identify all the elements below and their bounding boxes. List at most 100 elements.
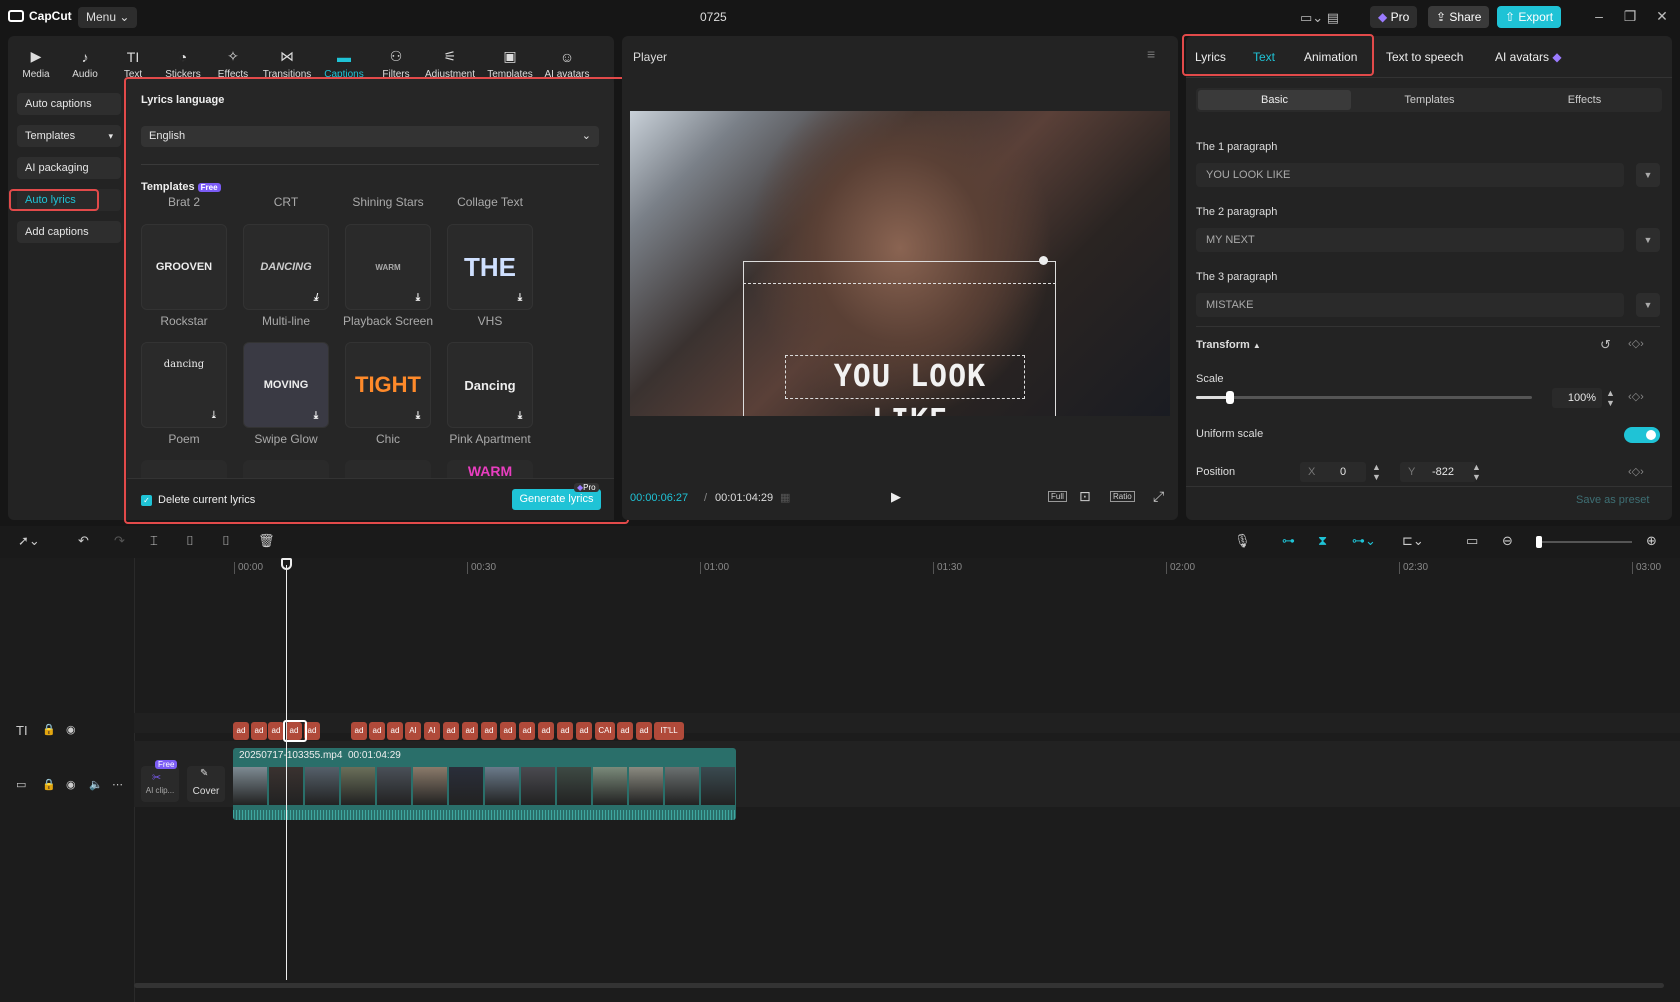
fullscreen-icon[interactable]: ⤢ bbox=[1153, 488, 1164, 505]
tab-ai-avatars[interactable]: AI avatars ◆ bbox=[1495, 50, 1562, 64]
sidebar-item-auto-lyrics[interactable]: Auto lyrics bbox=[17, 189, 121, 211]
download-icon[interactable]: ⤓ bbox=[513, 409, 527, 423]
scale-value-input[interactable]: 100% bbox=[1552, 388, 1602, 408]
download-icon[interactable]: ⤓ bbox=[411, 291, 425, 305]
zoom-out-icon[interactable]: ⊖ bbox=[1502, 533, 1513, 549]
stepper-icon[interactable]: ▲ ▼ bbox=[1472, 462, 1481, 482]
timeline-ruler[interactable]: 00:00 00:30 01:00 01:30 02:00 02:30 03:0… bbox=[0, 562, 1680, 576]
tab-text-active[interactable]: Text bbox=[1253, 50, 1275, 64]
tab-text-to-speech[interactable]: Text to speech bbox=[1386, 50, 1463, 64]
auto-snap-icon[interactable]: ⧗ bbox=[1318, 533, 1327, 549]
undo-icon[interactable]: ↶ bbox=[78, 533, 89, 549]
overlay-caption[interactable]: YOU LOOK LIKE bbox=[790, 355, 1030, 416]
caption-chip[interactable]: ad bbox=[251, 722, 267, 740]
menu-button[interactable]: Menu ⌄ bbox=[78, 7, 138, 28]
template-playback-screen[interactable]: WARM ⤓ bbox=[345, 224, 431, 310]
subtab-templates[interactable]: Templates bbox=[1353, 90, 1506, 110]
tab-filters[interactable]: ⚇ Filters bbox=[372, 38, 420, 82]
keyframe-icon[interactable]: ‹◇› bbox=[1628, 465, 1644, 478]
lock-icon[interactable]: 🔒 bbox=[42, 778, 56, 791]
caption-chip[interactable]: ad bbox=[576, 722, 592, 740]
lyrics-language-select[interactable]: English ⌄ bbox=[141, 126, 599, 147]
template-pink-apartment[interactable]: Dancing ⤓ bbox=[447, 342, 533, 428]
subtab-basic[interactable]: Basic bbox=[1198, 90, 1351, 110]
download-icon[interactable]: ⤓ bbox=[309, 409, 323, 423]
template-card-partial[interactable] bbox=[141, 460, 227, 478]
tab-animation[interactable]: Animation bbox=[1304, 50, 1357, 64]
caption-chip[interactable]: ad bbox=[233, 722, 249, 740]
save-as-preset-button[interactable]: Save as preset bbox=[1576, 494, 1649, 506]
tab-captions[interactable]: ▬ Captions bbox=[316, 38, 372, 82]
playhead-handle[interactable] bbox=[281, 558, 292, 570]
video-preview[interactable]: YOU LOOK LIKE bbox=[630, 111, 1170, 416]
caption-chip[interactable]: IT'LL bbox=[654, 722, 684, 740]
caption-chip[interactable]: ad bbox=[500, 722, 516, 740]
download-icon[interactable]: ⤓ bbox=[207, 409, 221, 423]
sidebar-item-templates[interactable]: Templates ▾ bbox=[17, 125, 121, 147]
download-icon[interactable]: ⤓ bbox=[513, 291, 527, 305]
keyframe-icon[interactable]: ‹◇› bbox=[1628, 337, 1644, 350]
template-vhs[interactable]: THE ⤓ bbox=[447, 224, 533, 310]
caption-chip[interactable]: CAI bbox=[595, 722, 615, 740]
chevron-down-icon[interactable]: ▼ bbox=[1636, 293, 1660, 317]
template-swipe-glow[interactable]: MOVING ⤓ bbox=[243, 342, 329, 428]
chevron-down-icon[interactable]: ▼ bbox=[1636, 163, 1660, 187]
caption-view-icon[interactable]: ▭ bbox=[1466, 533, 1478, 549]
preview-axis-icon[interactable]: ⊏⌄ bbox=[1402, 533, 1424, 549]
linkage-icon[interactable]: ⊶⌄ bbox=[1352, 533, 1376, 549]
timeline-grid-icon[interactable]: ▦ bbox=[780, 491, 790, 504]
paragraph-3-field[interactable]: MISTAKE bbox=[1196, 293, 1624, 317]
stepper-icon[interactable]: ▲ ▼ bbox=[1606, 388, 1615, 408]
caption-chip[interactable]: ad bbox=[351, 722, 367, 740]
download-icon[interactable]: ⤓ bbox=[411, 409, 425, 423]
caption-chip[interactable]: ad bbox=[538, 722, 554, 740]
caption-chip[interactable]: ad bbox=[369, 722, 385, 740]
tab-media[interactable]: ▶ Media bbox=[10, 38, 62, 82]
tab-stickers[interactable]: ◔ Stickers bbox=[158, 38, 208, 82]
speaker-icon[interactable]: 🔈 bbox=[89, 778, 103, 791]
tab-text[interactable]: TI Text bbox=[108, 38, 158, 82]
caption-chip[interactable]: ad bbox=[481, 722, 497, 740]
caption-chip[interactable]: AI bbox=[424, 722, 440, 740]
pro-button[interactable]: ◆ Pro bbox=[1370, 6, 1418, 28]
ratio-button[interactable]: Ratio bbox=[1110, 491, 1135, 502]
template-chic[interactable]: TIGHT ⤓ bbox=[345, 342, 431, 428]
subtab-effects[interactable]: Effects bbox=[1508, 90, 1661, 110]
play-icon[interactable]: ▶ bbox=[891, 489, 901, 505]
paragraph-2-field[interactable]: MY NEXT bbox=[1196, 228, 1624, 252]
tab-adjustment[interactable]: ⚟ Adjustment bbox=[420, 38, 480, 82]
tab-effects[interactable]: ✧ Effects bbox=[208, 38, 258, 82]
caption-chip[interactable]: ad bbox=[557, 722, 573, 740]
delete-lyrics-checkbox[interactable]: ✓ Delete current lyrics bbox=[141, 494, 255, 506]
hamburger-icon[interactable]: ≡ bbox=[1147, 46, 1155, 62]
caption-chip[interactable]: ad bbox=[617, 722, 633, 740]
tab-transitions[interactable]: ⋈ Transitions bbox=[258, 38, 316, 82]
reset-icon[interactable]: ↺ bbox=[1600, 337, 1611, 353]
resize-handle[interactable] bbox=[1039, 256, 1048, 265]
template-multi-line[interactable]: DANCING ⤓ bbox=[243, 224, 329, 310]
caption-chip[interactable]: ad bbox=[636, 722, 652, 740]
scale-slider[interactable] bbox=[1196, 391, 1532, 404]
stepper-icon[interactable]: ▲ ▼ bbox=[1372, 462, 1381, 482]
keyframe-icon[interactable]: ‹◇› bbox=[1628, 390, 1644, 403]
sidebar-item-ai-packaging[interactable]: AI packaging bbox=[17, 157, 121, 179]
template-card-partial[interactable] bbox=[345, 460, 431, 478]
share-button[interactable]: ⇪ Share bbox=[1428, 6, 1490, 28]
eye-icon[interactable]: ◉ bbox=[66, 723, 76, 736]
minimize-icon[interactable]: – bbox=[1591, 8, 1607, 24]
sidebar-item-auto-captions[interactable]: Auto captions bbox=[17, 93, 121, 115]
split-icon[interactable]: ⌶ bbox=[150, 533, 158, 549]
tab-ai-avatars[interactable]: ☺ AI avatars bbox=[540, 38, 594, 82]
horizontal-scrollbar[interactable] bbox=[134, 983, 1664, 988]
eye-icon[interactable]: ◉ bbox=[66, 778, 76, 791]
caption-chip[interactable]: ad bbox=[443, 722, 459, 740]
transform-header[interactable]: Transform ▲ bbox=[1196, 339, 1261, 351]
redo-icon[interactable]: ↷ bbox=[114, 533, 125, 549]
full-button[interactable]: Full bbox=[1048, 491, 1067, 502]
tab-lyrics[interactable]: Lyrics bbox=[1195, 50, 1226, 64]
split-right-icon[interactable]: ⌷ bbox=[222, 533, 230, 549]
tab-templates[interactable]: ▣ Templates bbox=[480, 38, 540, 82]
position-x-input[interactable]: X0 bbox=[1300, 462, 1366, 482]
template-poem[interactable]: dancing ⤓ bbox=[141, 342, 227, 428]
paragraph-1-field[interactable]: YOU LOOK LIKE bbox=[1196, 163, 1624, 187]
